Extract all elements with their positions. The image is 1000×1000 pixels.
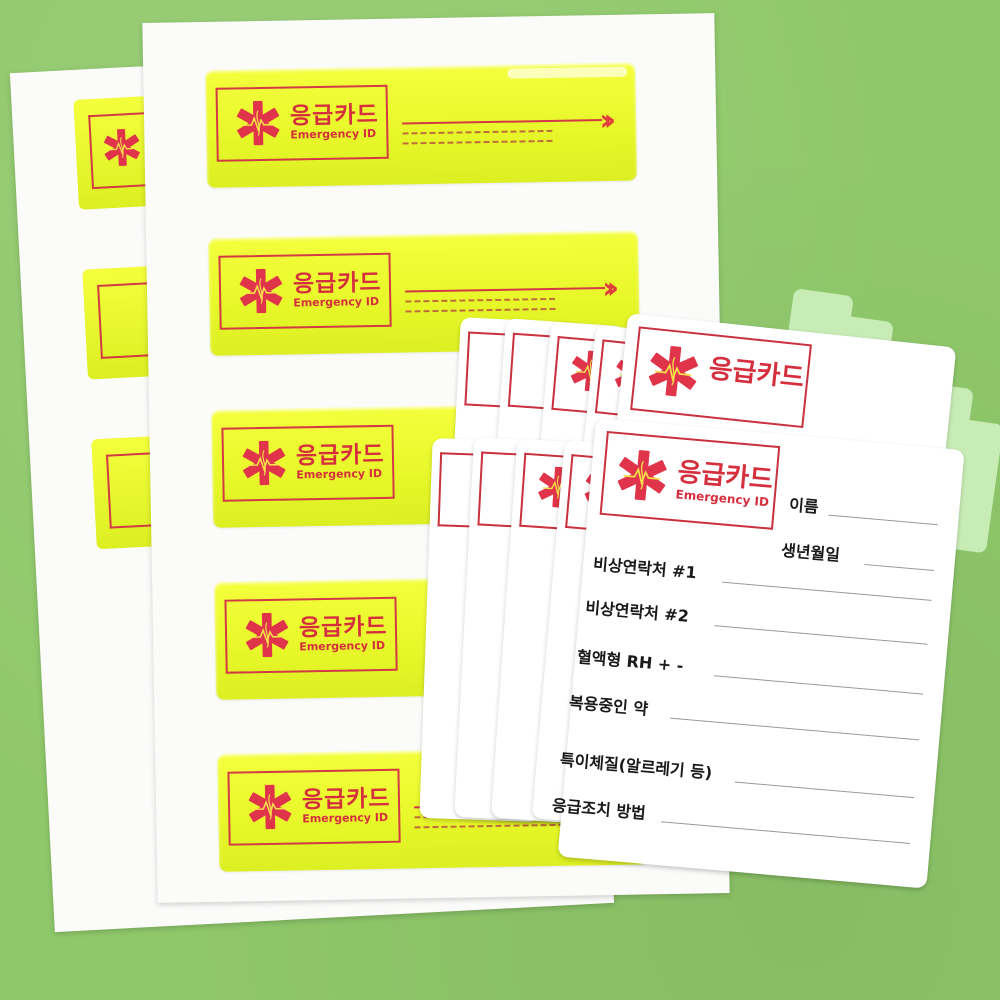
medical-star-of-life-icon — [244, 611, 290, 659]
sticker-title-en: Emergency ID — [296, 466, 383, 482]
field-birthdate-label: 생년월일 — [780, 540, 841, 565]
field-contact1-label: 비상연락처 #1 — [592, 554, 698, 583]
sticker-title-ko: 응급카드 — [289, 101, 379, 130]
card-header-frame: 응급카드 — [630, 326, 812, 429]
sticker-title-ko: 응급카드 — [301, 785, 391, 814]
field-medication-label: 복용중인 약 — [568, 692, 649, 719]
field-firstaid-line — [661, 821, 911, 844]
sticker-title-ko: 응급카드 — [292, 269, 382, 298]
field-medication-line — [670, 717, 920, 741]
sticker-title-ko: 응급카드 — [298, 613, 388, 642]
sticker-title-en: Emergency ID — [290, 126, 377, 142]
field-birthdate-line — [864, 563, 935, 572]
sticker-title-ko: 응급카드 — [295, 441, 385, 470]
sticker-title-en: Emergency ID — [299, 638, 386, 654]
sticker-notice — [405, 287, 606, 323]
sticker-frame: 응급카드 Emergency ID — [218, 252, 392, 330]
field-contact2-label: 비상연락처 #2 — [584, 597, 690, 626]
medical-star-of-life-icon — [645, 343, 701, 400]
field-name-line — [828, 514, 939, 526]
medical-star-of-life-icon — [247, 783, 293, 831]
medical-star-of-life-icon — [238, 267, 284, 315]
medical-star-of-life-icon — [615, 447, 670, 503]
medical-star-of-life-icon — [235, 99, 281, 147]
chevron-double-right-icon: ›› — [599, 102, 609, 139]
sticker-frame: 응급카드 Emergency ID — [221, 424, 395, 502]
sticker-frame: 응급카드 Emergency ID — [224, 596, 398, 674]
emergency-card-front: 응급카드 Emergency ID 이름 생년월일 비상연락처 #1 비상연락처… — [551, 418, 965, 889]
gloss — [507, 66, 628, 79]
sticker-frame: 응급카드 Emergency ID — [215, 84, 389, 162]
field-name-label: 이름 — [788, 495, 820, 517]
field-contact2-line — [714, 625, 928, 645]
medical-star-of-life-icon — [102, 127, 142, 168]
sticker-notice — [402, 119, 603, 155]
card-header-frame: 응급카드 Emergency ID — [599, 431, 781, 530]
field-contact1-line — [722, 581, 932, 601]
field-allergy-label: 특이체질(알르레기 등) — [559, 750, 714, 783]
medical-star-of-life-icon — [241, 439, 287, 487]
field-bloodtype-line — [713, 675, 924, 695]
sticker-title-en: Emergency ID — [293, 294, 380, 310]
emergency-sticker: 응급카드 Emergency ID ›› — [205, 62, 638, 188]
field-allergy-line — [734, 781, 915, 799]
sticker-title-en: Emergency ID — [302, 810, 389, 826]
chevron-double-right-icon: ›› — [602, 270, 612, 307]
field-firstaid-label: 응급조치 방법 — [551, 795, 647, 823]
card-title-ko: 응급카드 — [707, 353, 806, 394]
sticker-frame: 응급카드 Emergency ID — [227, 768, 401, 846]
field-bloodtype-label: 혈액형 RH + - — [576, 647, 685, 676]
